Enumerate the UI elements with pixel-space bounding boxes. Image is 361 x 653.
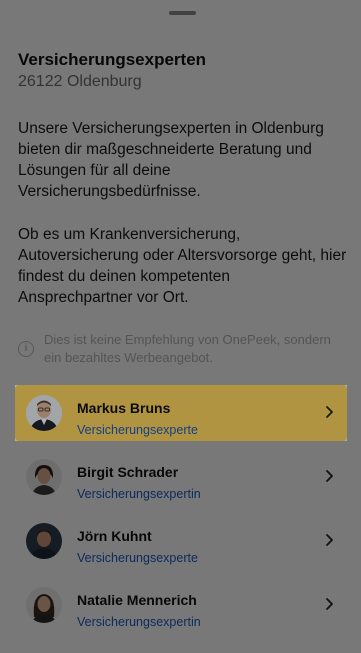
ad-disclaimer: i Dies ist keine Empfehlung von OnePeek,… — [18, 331, 348, 367]
chevron-right-icon — [326, 470, 333, 482]
expert-role: Versicherungsexperte — [77, 423, 198, 437]
expert-card-markus-bruns[interactable]: Markus Bruns Versicherungsexperte — [15, 385, 347, 441]
expert-role: Versicherungsexpertin — [77, 487, 201, 501]
intro-paragraph: Unsere Versicherungsexperten in Oldenbur… — [18, 120, 324, 200]
avatar — [26, 523, 62, 559]
location-subtitle: 26122 Oldenburg — [18, 73, 142, 90]
chevron-right-icon — [326, 534, 333, 546]
chevron-right-icon — [326, 598, 333, 610]
avatar — [26, 459, 62, 495]
info-paragraph: Ob es um Krankenversicherung, Autoversic… — [18, 226, 347, 306]
disclaimer-text: Dies ist keine Empfehlung von OnePeek, s… — [44, 332, 331, 365]
expert-card-birgit-schrader[interactable]: Birgit Schrader Versicherungsexpertin — [15, 449, 347, 505]
expert-card-joern-kuhnt[interactable]: Jörn Kuhnt Versicherungsexperte — [15, 513, 347, 569]
expert-card-natalie-mennerich[interactable]: Natalie Mennerich Versicherungsexpertin — [15, 577, 347, 633]
expert-name: Jörn Kuhnt — [77, 528, 152, 544]
chevron-right-icon — [326, 406, 333, 418]
avatar — [26, 395, 62, 431]
expert-role: Versicherungsexperte — [77, 551, 198, 565]
expert-name: Markus Bruns — [77, 400, 171, 416]
expert-list: Markus Bruns Versicherungsexperte Birgit… — [15, 385, 347, 641]
bottom-sheet: Versicherungsexperten 26122 Oldenburg Un… — [3, 3, 358, 653]
sheet-title: Versicherungsexperten — [18, 50, 207, 69]
drag-handle[interactable] — [169, 11, 196, 15]
info-icon: i — [18, 341, 34, 357]
expert-name: Birgit Schrader — [77, 464, 179, 480]
expert-role: Versicherungsexpertin — [77, 615, 201, 629]
expert-name: Natalie Mennerich — [77, 592, 197, 608]
avatar — [26, 587, 62, 623]
